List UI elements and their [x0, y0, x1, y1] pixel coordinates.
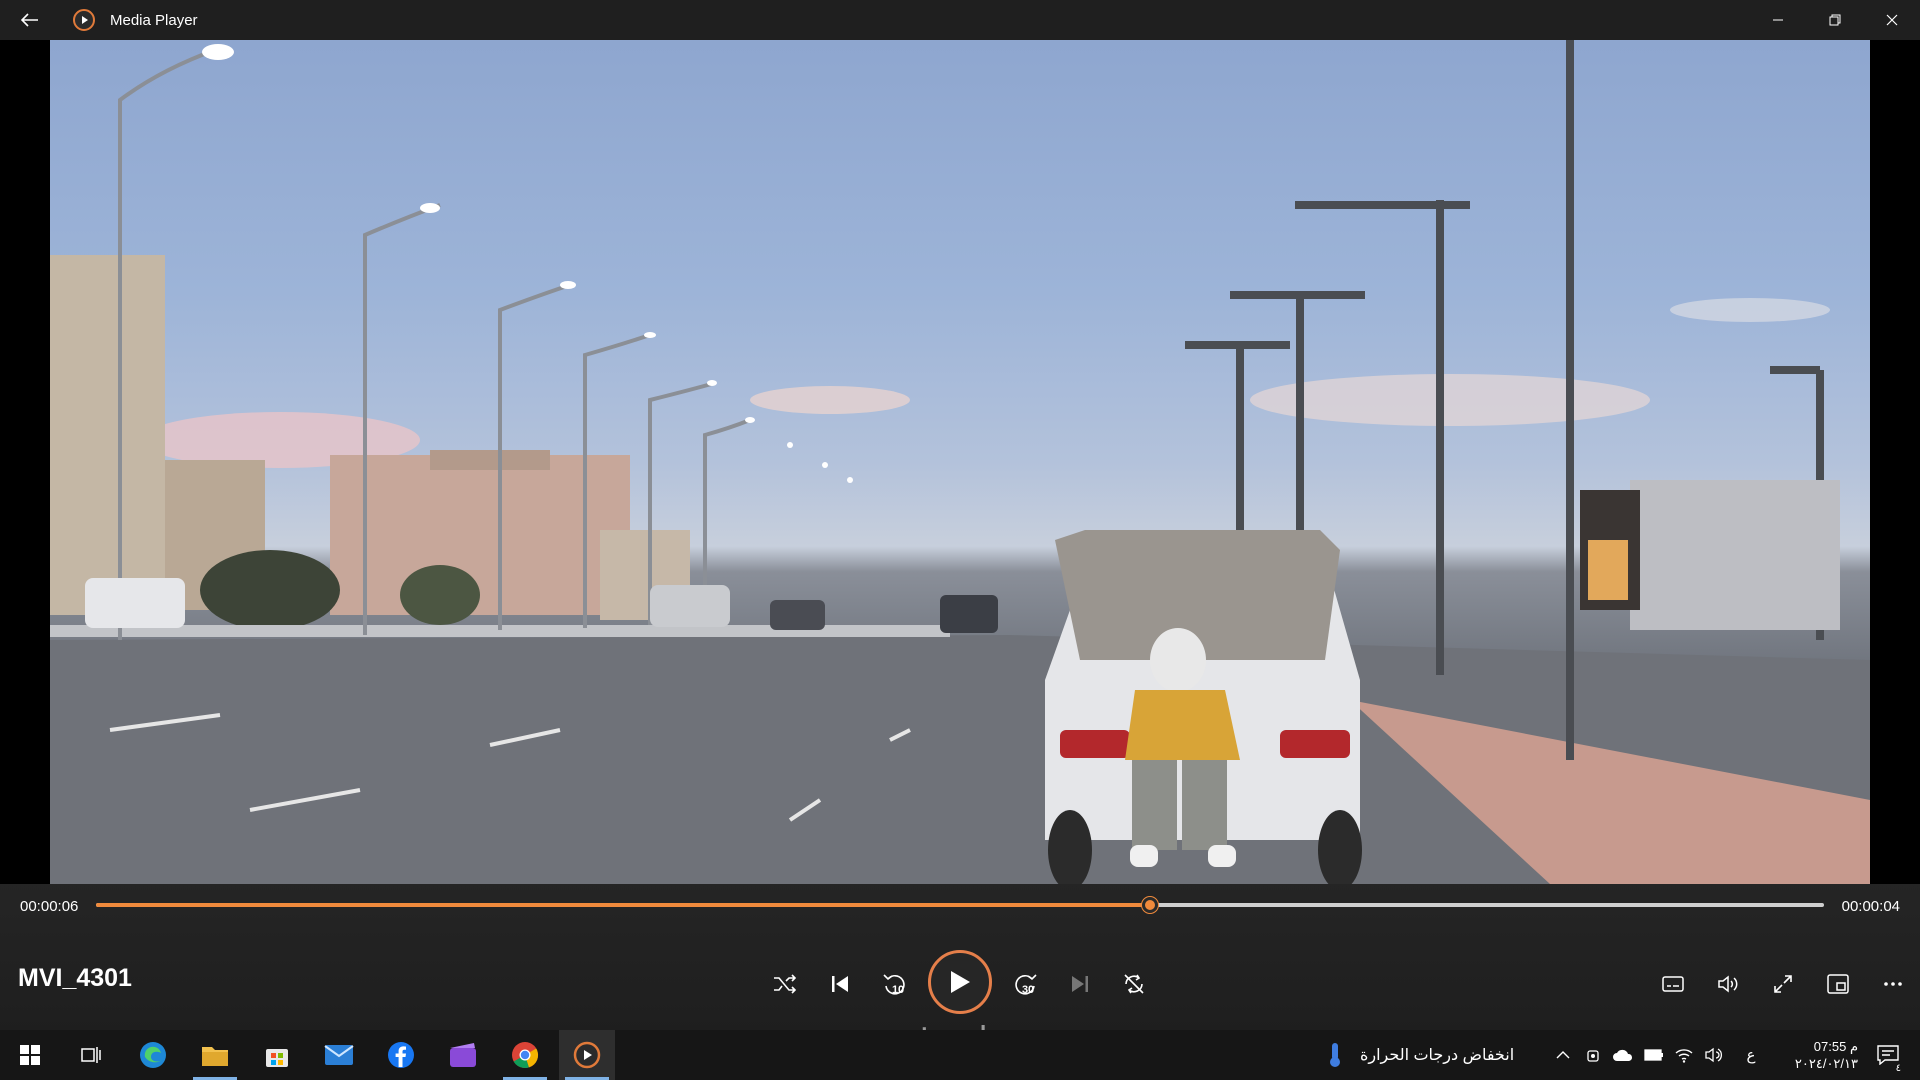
media-player-icon [73, 9, 95, 31]
seek-bar[interactable] [96, 897, 1824, 913]
seek-thumb[interactable] [1142, 897, 1159, 913]
tray-onedrive[interactable] [1610, 1030, 1636, 1080]
onedrive-icon [1613, 1049, 1633, 1061]
taskbar-store[interactable] [249, 1030, 305, 1080]
taskbar-clipchamp[interactable] [435, 1030, 491, 1080]
mail-icon [324, 1045, 354, 1065]
more-icon [1884, 982, 1902, 986]
more-options-button[interactable] [1871, 962, 1915, 1006]
weather-widget[interactable] [1318, 1030, 1352, 1080]
media-player-icon [573, 1041, 601, 1069]
playback-controls: 00:00:06 00:00:04 MVI_4301 10 30 [0, 884, 1920, 1030]
taskbar-clock[interactable]: 07:55 م ٢٠٢٤/٠٢/١٣ [1795, 1038, 1858, 1072]
skip-previous-icon [832, 976, 848, 992]
play-button[interactable] [928, 950, 992, 1014]
taskbar-media-player[interactable] [559, 1030, 615, 1080]
microsoft-store-icon [266, 1049, 288, 1067]
clipchamp-icon [450, 1043, 476, 1067]
captions-button[interactable] [1651, 962, 1695, 1006]
windows-start-icon [20, 1045, 40, 1065]
repeat-off-icon [1124, 974, 1144, 994]
volume-icon [1718, 975, 1738, 993]
time-remaining: 00:00:04 [1841, 898, 1900, 915]
seek-progress [96, 903, 1151, 907]
shuffle-icon [774, 974, 797, 994]
wifi-icon [1675, 1049, 1693, 1063]
fullscreen-icon [1774, 975, 1792, 993]
mini-player-button[interactable] [1816, 962, 1860, 1006]
play-icon [951, 971, 970, 993]
edge-icon [140, 1042, 166, 1068]
arrow-left-icon [21, 13, 38, 27]
time-elapsed: 00:00:06 [20, 898, 79, 915]
skip-next-icon [1072, 976, 1088, 992]
captions-icon [1662, 976, 1684, 992]
next-button[interactable] [1058, 962, 1102, 1006]
camera-icon [1587, 1050, 1599, 1062]
start-button[interactable] [2, 1030, 58, 1080]
taskbar-facebook[interactable] [373, 1030, 429, 1080]
taskbar-file-explorer[interactable] [187, 1030, 243, 1080]
news-headline[interactable]: انخفاض درجات الحرارة [1360, 1045, 1514, 1065]
skip-forward-seconds: 30 [1021, 984, 1035, 996]
back-button[interactable] [0, 0, 60, 40]
media-title: MVI_4301 [18, 964, 132, 992]
skip-forward-button[interactable]: 30 [1003, 962, 1047, 1006]
chrome-icon [512, 1042, 539, 1069]
mini-player-icon [1827, 974, 1849, 994]
close-icon [1886, 14, 1897, 26]
minimize-button[interactable] [1749, 0, 1806, 40]
repeat-button[interactable] [1112, 962, 1156, 1006]
title-bar: Media Player [0, 0, 1920, 40]
speaker-icon [1705, 1047, 1722, 1063]
tray-meet-now[interactable] [1582, 1030, 1604, 1080]
previous-button[interactable] [818, 962, 862, 1006]
close-button[interactable] [1863, 0, 1920, 40]
battery-icon [1644, 1049, 1663, 1061]
skip-back-button[interactable]: 10 [873, 962, 917, 1006]
file-explorer-icon [202, 1047, 228, 1066]
tray-volume[interactable] [1702, 1030, 1726, 1080]
volume-button[interactable] [1706, 962, 1750, 1006]
show-hidden-icons[interactable] [1552, 1030, 1574, 1080]
tray-wifi[interactable] [1672, 1030, 1696, 1080]
clock-date: ٢٠٢٤/٠٢/١٣ [1794, 1056, 1858, 1071]
notification-count: ٤ [1894, 1063, 1902, 1074]
clock-time: 07:55 م [1813, 1039, 1858, 1054]
shuffle-button[interactable] [763, 962, 807, 1006]
task-view-button[interactable] [62, 1030, 118, 1080]
restore-icon [1829, 14, 1840, 26]
video-scene [50, 40, 1870, 884]
task-view-icon [81, 1047, 101, 1063]
video-frame[interactable] [50, 40, 1870, 884]
facebook-icon [388, 1042, 414, 1068]
taskbar-edge[interactable] [125, 1030, 181, 1080]
thermometer-icon [1330, 1043, 1340, 1067]
input-language[interactable]: ع [1736, 1030, 1766, 1080]
taskbar: انخفاض درجات الحرارة ع 07:55 م ٢٠٢٤/٠٢/١… [0, 1030, 1920, 1080]
skip-back-seconds: 10 [891, 984, 905, 996]
tray-battery[interactable] [1642, 1030, 1666, 1080]
chevron-up-icon [1556, 1051, 1570, 1059]
notification-center[interactable]: ٤ [1868, 1030, 1908, 1080]
notification-icon [1877, 1045, 1899, 1065]
window-title: Media Player [110, 11, 198, 29]
fullscreen-button[interactable] [1761, 962, 1805, 1006]
restore-button[interactable] [1806, 0, 1863, 40]
taskbar-mail[interactable] [311, 1030, 367, 1080]
taskbar-chrome[interactable] [497, 1030, 553, 1080]
minimize-icon [1772, 19, 1783, 21]
